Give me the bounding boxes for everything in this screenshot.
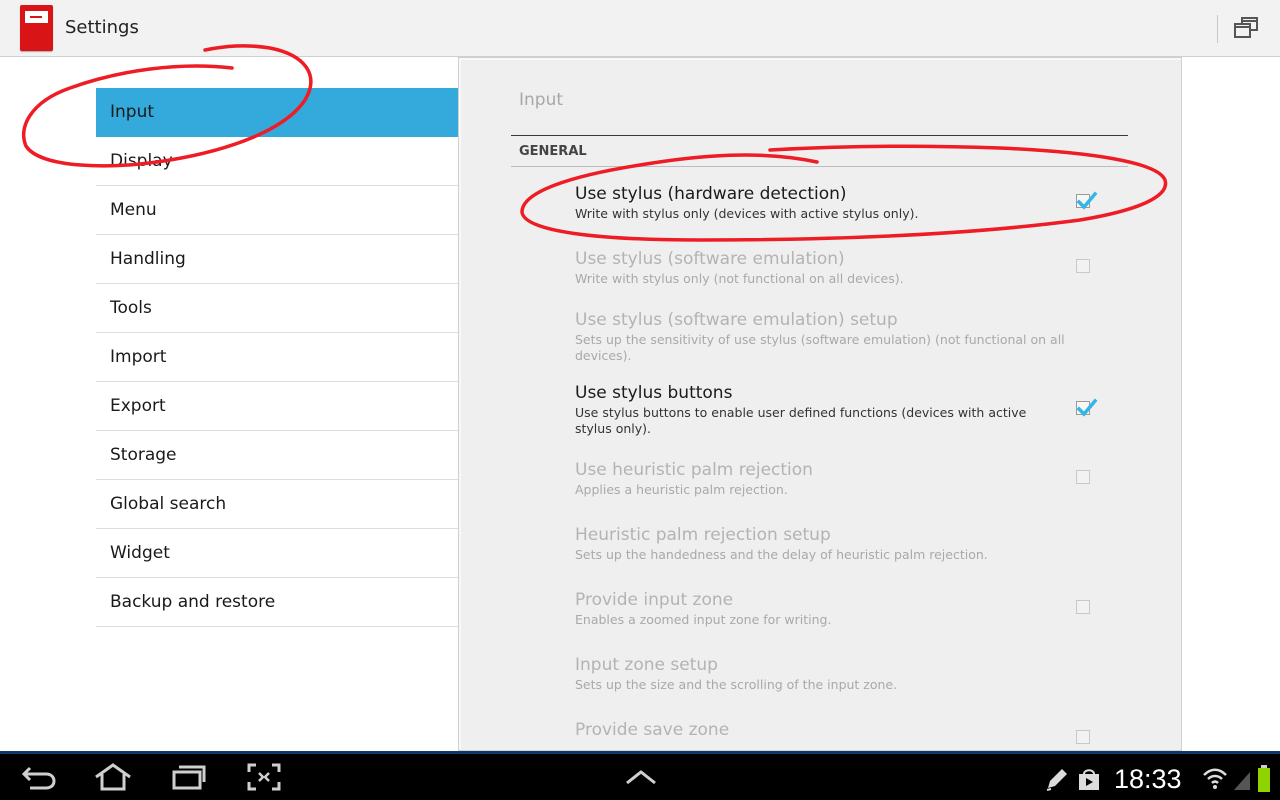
pref-heuristic-palm-rejection-setup[interactable]: Heuristic palm rejection setup Sets up t… (575, 525, 1065, 563)
header-item-menu[interactable]: Menu (96, 186, 458, 235)
action-bar: Settings (0, 0, 1280, 57)
app-title: Settings (65, 17, 139, 38)
pref-title: Input zone setup (575, 655, 718, 675)
header-item-display[interactable]: Display (96, 137, 458, 186)
pref-title: Heuristic palm rejection setup (575, 525, 831, 545)
pref-provide-input-zone[interactable]: Provide input zone Enables a zoomed inpu… (575, 590, 1065, 628)
category-header: GENERAL (519, 144, 587, 159)
pref-title: Use stylus (software emulation) setup (575, 310, 898, 330)
pref-title: Use heuristic palm rejection (575, 460, 813, 480)
pref-summary: Sets up the size and the scrolling of th… (575, 677, 898, 692)
recent-apps-icon[interactable] (170, 762, 208, 792)
restore-window-icon[interactable] (1228, 12, 1264, 46)
pref-input-zone-setup[interactable]: Input zone setup Sets up the size and th… (575, 655, 1065, 693)
pref-title: Use stylus (hardware detection) (575, 184, 847, 204)
checkbox-use-stylus-hardware[interactable] (1076, 191, 1098, 210)
header-item-label: Backup and restore (110, 592, 276, 612)
checkmark-icon (1076, 398, 1098, 417)
pref-summary: Sets up the sensitivity of use stylus (s… (575, 332, 1065, 363)
category-divider (511, 166, 1128, 167)
pref-title: Provide save zone (575, 720, 730, 740)
clock: 18:33 (1114, 764, 1182, 794)
header-item-backup-and-restore[interactable]: Backup and restore (96, 578, 458, 627)
header-item-label: Storage (110, 445, 177, 465)
header-item-label: Widget (110, 543, 170, 563)
pref-provide-save-zone[interactable]: Provide save zone (575, 720, 1065, 740)
store-bag-icon[interactable] (1076, 766, 1102, 792)
pref-summary: Enables a zoomed input zone for writing. (575, 612, 832, 627)
action-bar-divider (1217, 15, 1218, 43)
header-item-label: Handling (110, 249, 186, 269)
settings-header-list: Input Display Menu Handling Tools Import… (96, 88, 458, 627)
header-item-label: Export (110, 396, 166, 416)
header-item-widget[interactable]: Widget (96, 529, 458, 578)
screenshot-icon[interactable] (246, 762, 282, 792)
pref-title: Use stylus (software emulation) (575, 249, 845, 269)
pref-title: Use stylus buttons (575, 383, 733, 403)
pref-summary: Write with stylus only (not functional o… (575, 271, 904, 286)
header-item-tools[interactable]: Tools (96, 284, 458, 333)
pref-summary: Write with stylus only (devices with act… (575, 206, 919, 221)
pen-icon[interactable] (1044, 766, 1070, 792)
preference-panel: Input GENERAL Use stylus (hardware detec… (458, 57, 1182, 751)
checkbox-use-stylus-buttons[interactable] (1076, 398, 1098, 417)
header-item-label: Global search (110, 494, 227, 514)
panel-title: Input (519, 90, 564, 110)
checkbox-provide-input-zone[interactable] (1076, 600, 1090, 614)
pref-use-stylus-buttons[interactable]: Use stylus buttons Use stylus buttons to… (575, 383, 1045, 437)
pref-heuristic-palm-rejection[interactable]: Use heuristic palm rejection Applies a h… (575, 460, 1065, 498)
notebook-app-icon[interactable] (20, 5, 53, 51)
header-item-import[interactable]: Import (96, 333, 458, 382)
header-item-label: Import (110, 347, 167, 367)
pref-title: Provide input zone (575, 590, 734, 610)
back-icon[interactable] (20, 762, 58, 792)
chevron-up-icon[interactable] (624, 768, 658, 788)
header-item-storage[interactable]: Storage (96, 431, 458, 480)
checkmark-icon (1076, 191, 1098, 210)
system-nav-bar: 18:33 (0, 751, 1280, 800)
header-item-label: Input (110, 102, 155, 122)
pref-use-stylus-software[interactable]: Use stylus (software emulation) Write wi… (575, 249, 1065, 287)
header-item-label: Display (110, 151, 173, 171)
header-item-input[interactable]: Input (96, 88, 458, 137)
header-item-export[interactable]: Export (96, 382, 458, 431)
header-item-handling[interactable]: Handling (96, 235, 458, 284)
pref-use-stylus-hardware[interactable]: Use stylus (hardware detection) Write wi… (575, 184, 1065, 222)
signal-icon[interactable] (1232, 768, 1252, 792)
battery-icon[interactable] (1256, 764, 1272, 794)
checkbox-use-stylus-software[interactable] (1076, 259, 1090, 273)
header-item-global-search[interactable]: Global search (96, 480, 458, 529)
pref-summary: Sets up the handedness and the delay of … (575, 547, 988, 562)
checkbox-heuristic-palm-rejection[interactable] (1076, 470, 1090, 484)
pref-summary: Use stylus buttons to enable user define… (575, 405, 1027, 436)
wifi-icon[interactable] (1202, 766, 1228, 792)
pref-use-stylus-software-setup[interactable]: Use stylus (software emulation) setup Se… (575, 310, 1075, 364)
title-divider (511, 135, 1128, 136)
header-item-label: Tools (110, 298, 152, 318)
pref-summary: Applies a heuristic palm rejection. (575, 482, 788, 497)
home-icon[interactable] (92, 762, 134, 792)
checkbox-provide-save-zone[interactable] (1076, 730, 1090, 744)
header-item-label: Menu (110, 200, 157, 220)
